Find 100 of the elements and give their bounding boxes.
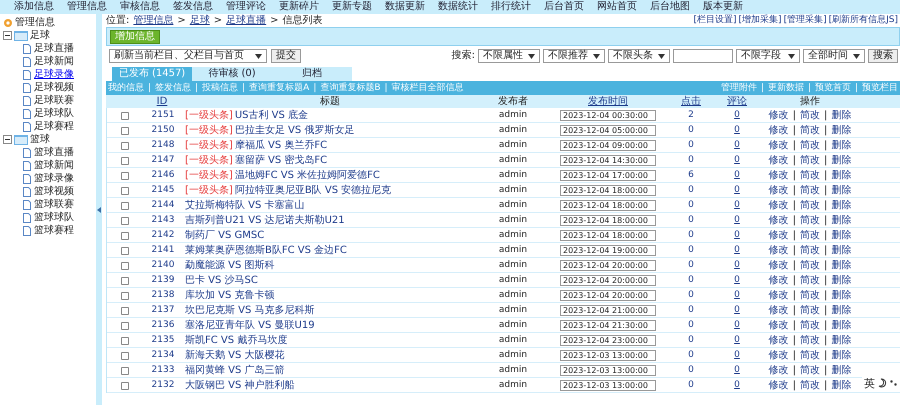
toolbar-link[interactable]: 修改 [768,320,789,330]
menu-item[interactable]: 数据更新 [385,2,425,12]
headline-tag[interactable]: [一级头条] [185,126,233,136]
publish-time-field[interactable]: 2023-12-04 18:00:00 [560,215,656,226]
row-checkbox[interactable] [121,172,129,180]
toolbar-link[interactable]: 删除 [831,336,852,346]
headline-tag[interactable]: [一级头条] [185,186,233,196]
header-link[interactable]: [刷新所有信息JS] [828,16,898,25]
collapse-arrow-icon[interactable] [97,206,101,212]
comments-link[interactable]: 0 [734,261,740,270]
menu-item[interactable]: 签发信息 [173,2,213,12]
title-link[interactable]: 斯凯FC VS 戴乔马坎度 [185,336,288,346]
title-link[interactable]: 塞留萨 VS 密戈岛FC [234,156,328,166]
menu-item[interactable]: 版本更新 [703,2,743,12]
title-link[interactable]: 坎巴尼克斯 VS 马克多尼科斯 [185,306,315,316]
menu-item[interactable]: 更新专题 [332,2,372,12]
tree-item[interactable]: 篮球直播 [34,148,74,158]
toolbar-link[interactable]: 修改 [768,336,789,346]
toolbar-link[interactable]: 简改 [800,230,820,240]
tree-item[interactable]: 足球录像 [34,70,74,80]
search-field[interactable] [673,49,733,63]
publish-time-field[interactable]: 2023-12-04 17:00:00 [560,170,656,181]
row-checkbox[interactable] [121,202,129,210]
publish-time-field[interactable]: 2023-12-04 18:00:00 [560,185,656,196]
row-checkbox[interactable] [121,156,129,164]
toolbar-link[interactable]: 简改 [800,200,820,210]
toolbar-link[interactable]: 删除 [831,246,852,256]
title-link[interactable]: US古利 VS 底金 [234,110,308,120]
row-checkbox[interactable] [121,322,129,330]
toolbar-link[interactable]: 删除 [831,306,852,316]
comments-link[interactable]: 0 [734,126,740,135]
toolbar-link[interactable]: 修改 [768,276,789,286]
headline-tag[interactable]: [一级头条] [185,140,233,150]
tree-item[interactable]: 篮球新闻 [34,160,74,170]
row-checkbox[interactable] [121,382,129,390]
toolbar-link[interactable]: 修改 [768,156,789,166]
menu-item[interactable]: 后台首页 [544,2,584,12]
menu-item[interactable]: 审核信息 [120,2,160,12]
toolbar-link[interactable]: 删除 [831,156,852,166]
toolbar-link[interactable]: 删除 [831,140,852,150]
toolbar-link[interactable]: 修改 [768,350,789,360]
title-link[interactable]: 温地姆FC VS 米佐拉姆阿爱德FC [234,170,380,180]
toolbar-link[interactable]: 删除 [831,200,852,210]
toolbar-link[interactable]: 简改 [800,350,820,360]
toolbar-link[interactable]: 删除 [831,350,852,360]
tree-item[interactable]: 足球球队 [34,108,74,118]
title-link[interactable]: 塞洛尼亚青年队 VS 曼联U19 [185,320,315,330]
title-link[interactable]: 巴拉圭女足 VS 俄罗斯女足 [234,126,354,136]
title-link[interactable]: 阿拉特亚奥尼亚B队 VS 安德拉尼克 [234,186,392,196]
breadcrumb-link[interactable]: 足球 [190,16,210,26]
title-link[interactable]: 莱姆莱奥萨恩德斯B队FC VS 金边FC [185,246,347,256]
breadcrumb-link[interactable]: 管理信息 [133,16,174,26]
publish-time-field[interactable]: 2023-12-04 20:00:00 [560,290,656,301]
row-checkbox[interactable] [121,292,129,300]
menu-item[interactable]: 后台地图 [650,2,690,12]
toolbar-link[interactable]: 修改 [768,306,789,316]
row-checkbox[interactable] [121,112,129,120]
comments-link[interactable]: 0 [734,201,740,210]
publish-time-field[interactable]: 2023-12-04 05:00:00 [560,125,656,136]
toolbar-link[interactable]: 修改 [768,260,789,270]
toolbar-link[interactable]: 简改 [800,336,820,346]
title-link[interactable]: 艾拉斯梅特队 VS 卡塞富山 [185,200,305,210]
toolbar-link[interactable]: 简改 [800,290,820,300]
title-link[interactable]: 巴卡 VS 沙马SC [185,276,258,286]
publish-time-field[interactable]: 2023-12-04 21:00:00 [560,305,656,316]
title-link[interactable]: 摩福瓜 VS 奥兰乔FC [234,140,328,150]
tree-item[interactable]: 篮球联赛 [34,200,74,210]
toolbar-link[interactable]: 修改 [768,246,789,256]
toolbar-link[interactable]: 简改 [800,320,820,330]
toolbar-link[interactable]: 简改 [800,260,820,270]
publish-time-field[interactable]: 2023-12-04 18:00:00 [560,200,656,211]
toolbar-link[interactable]: 简改 [800,276,820,286]
row-checkbox[interactable] [121,186,129,194]
toolbar-link[interactable]: 删除 [831,126,852,136]
comments-link[interactable]: 0 [734,276,740,285]
ime-mode-label[interactable]: 英 [864,378,875,388]
toolbar-link[interactable]: 修改 [768,200,789,210]
menu-item[interactable]: 数据统计 [438,2,478,12]
tab[interactable]: 待审核 (0) [192,67,272,81]
tree-item[interactable]: 足球联赛 [34,96,74,106]
comments-link[interactable]: 0 [734,171,740,180]
comments-link[interactable]: 0 [734,231,740,240]
title-link[interactable]: 福冈黄蜂 VS 广岛三箭 [185,366,285,376]
submit-button[interactable]: 提交 [271,49,301,63]
toolbar-link[interactable]: 简改 [800,170,820,180]
row-checkbox[interactable] [121,126,129,134]
header-link[interactable]: [增加采集] [738,16,782,25]
comments-link[interactable]: 0 [734,186,740,195]
toolbar-link[interactable]: 删除 [831,170,852,180]
publish-time-field[interactable]: 2023-12-04 20:00:00 [560,260,656,271]
toolbar-link[interactable]: 修改 [768,170,789,180]
header-link[interactable]: [管理采集] [784,16,827,25]
publish-time-field[interactable]: 2023-12-04 00:30:00 [560,110,656,121]
header-link[interactable]: [栏目设置] [694,16,737,25]
toolbar-link[interactable]: 简改 [800,380,820,390]
tree-item[interactable]: 篮球赛程 [34,226,74,236]
tree-item[interactable]: 足球赛程 [34,122,74,132]
toolbar-link[interactable]: 修改 [768,366,789,376]
search-button[interactable]: 搜索 [868,49,898,63]
tree-item[interactable]: 篮球录像 [34,174,74,184]
